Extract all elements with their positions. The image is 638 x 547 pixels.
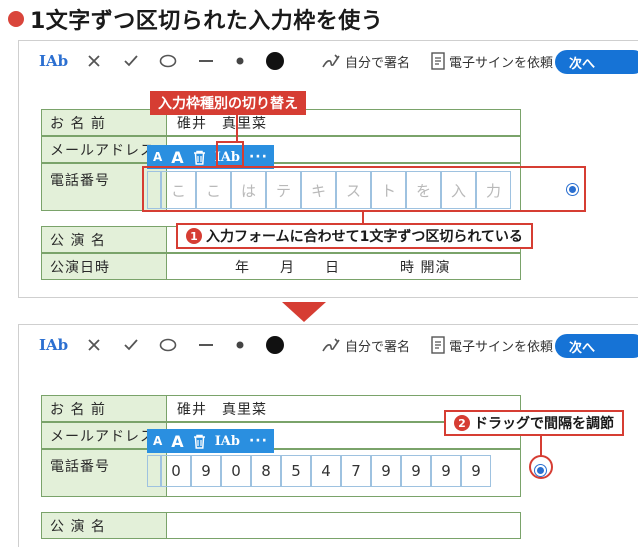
ellipse-tool[interactable] (159, 333, 177, 357)
field-mini-toolbar: A A IAb ··· (147, 429, 274, 453)
label-datetime: 公演日時 (41, 253, 167, 280)
section-heading: 1文字ずつ区切られた入力枠を使う (8, 4, 383, 34)
value-datetime: 年 月 日 時 開演 (167, 253, 521, 280)
large-dot-tool[interactable] (265, 333, 285, 357)
heading-text: 1文字ずつ区切られた入力枠を使う (30, 9, 384, 34)
comb-cell: 0 (221, 455, 251, 487)
large-dot-icon (266, 336, 284, 354)
trash-icon (193, 150, 205, 165)
cross-icon (88, 55, 100, 67)
label-name: お 名 前 (41, 395, 167, 422)
comb-cell: 9 (461, 455, 491, 487)
large-dot-icon (266, 52, 284, 70)
label-name: お 名 前 (41, 109, 167, 136)
callout-connector-3 (540, 436, 542, 456)
editor-toolbar: IAb 自分で署名 電子サインを依頼 次へ (19, 325, 638, 365)
cross-tool[interactable] (87, 333, 101, 357)
comb-cell: 9 (191, 455, 221, 487)
self-sign-label: 自分で署名 (345, 339, 411, 355)
line-tool[interactable] (197, 49, 215, 73)
request-sign-label: 電子サインを依頼 (449, 55, 554, 71)
small-dot-icon (236, 341, 244, 349)
form-row-email: メールアドレス (41, 136, 521, 163)
line-tool[interactable] (197, 333, 215, 357)
self-sign-button[interactable]: 自分で署名 (321, 49, 410, 73)
down-arrow-icon (282, 302, 326, 322)
ellipse-icon (159, 338, 177, 352)
request-sign-button[interactable]: 電子サインを依頼 (431, 333, 553, 357)
comb-cell: 0 (161, 455, 191, 487)
editor-toolbar: IAb 自分で署名 電子サインを依頼 次へ (19, 41, 638, 81)
value-event (167, 512, 521, 539)
callout-connector (236, 115, 238, 143)
comb-text-field[interactable]: 0 9 0 8 5 4 7 9 9 9 9 (147, 455, 491, 487)
text-field-tool[interactable]: IAb (39, 333, 68, 357)
form-row-datetime: 公演日時 年 月 日 時 開演 (41, 253, 521, 280)
trash-button[interactable] (193, 434, 206, 449)
more-options-button[interactable]: ··· (249, 433, 268, 449)
line-icon (199, 344, 213, 346)
highlight-field-type (216, 141, 244, 167)
comb-cell: 5 (281, 455, 311, 487)
font-larger-button[interactable]: A (171, 148, 183, 167)
cross-icon (88, 339, 100, 351)
comb-cell: 7 (341, 455, 371, 487)
document-icon (431, 52, 445, 70)
request-sign-label: 電子サインを依頼 (449, 339, 554, 355)
callout-note-2: 2 ドラッグで間隔を調節 (444, 410, 624, 436)
check-tool[interactable] (123, 333, 139, 357)
check-icon (124, 339, 138, 351)
highlight-comb-field (142, 166, 586, 212)
check-icon (124, 55, 138, 67)
comb-cell: 4 (311, 455, 341, 487)
font-smaller-button[interactable]: A (153, 434, 162, 448)
small-dot-tool[interactable] (235, 333, 245, 357)
ellipse-tool[interactable] (159, 49, 177, 73)
comb-cell: 8 (251, 455, 281, 487)
trash-icon (193, 434, 205, 449)
label-event: 公 演 名 (41, 512, 167, 539)
font-smaller-button[interactable]: A (153, 150, 162, 164)
number-badge: 2 (454, 415, 470, 431)
next-button[interactable]: 次へ (555, 50, 638, 74)
more-options-button[interactable]: ··· (249, 149, 268, 165)
highlight-handle (529, 455, 553, 479)
text-field-icon: IAb (39, 52, 69, 70)
comb-cell: 9 (401, 455, 431, 487)
large-dot-tool[interactable] (265, 49, 285, 73)
check-tool[interactable] (123, 49, 139, 73)
note-2-text: ドラッグで間隔を調節 (474, 416, 614, 432)
comb-cell: 9 (431, 455, 461, 487)
comb-grip[interactable] (147, 455, 161, 487)
pen-sign-icon (322, 54, 340, 68)
field-type-button[interactable]: IAb (215, 434, 240, 449)
font-larger-button[interactable]: A (171, 432, 183, 451)
form-row-event: 公 演 名 (41, 512, 521, 539)
cross-tool[interactable] (87, 49, 101, 73)
line-icon (199, 60, 213, 62)
text-field-tool[interactable]: IAb (39, 49, 68, 73)
self-sign-label: 自分で署名 (345, 55, 411, 71)
small-dot-tool[interactable] (235, 49, 245, 73)
self-sign-button[interactable]: 自分で署名 (321, 333, 410, 357)
comb-cell: 9 (371, 455, 401, 487)
trash-button[interactable] (193, 150, 206, 165)
pen-sign-icon (322, 338, 340, 352)
request-sign-button[interactable]: 電子サインを依頼 (431, 49, 553, 73)
ellipse-icon (159, 54, 177, 68)
small-dot-icon (236, 57, 244, 65)
callout-switch-type: 入力枠種別の切り替え (150, 91, 306, 115)
document-icon (431, 336, 445, 354)
label-event: 公 演 名 (41, 226, 167, 253)
text-field-icon: IAb (39, 336, 69, 354)
bullet-icon (8, 11, 24, 27)
note-1-text: 入力フォームに合わせて1文字ずつ区切られている (206, 229, 523, 245)
callout-note-1: 1 入力フォームに合わせて1文字ずつ区切られている (176, 223, 533, 249)
number-badge: 1 (186, 228, 202, 244)
next-button[interactable]: 次へ (555, 334, 638, 358)
